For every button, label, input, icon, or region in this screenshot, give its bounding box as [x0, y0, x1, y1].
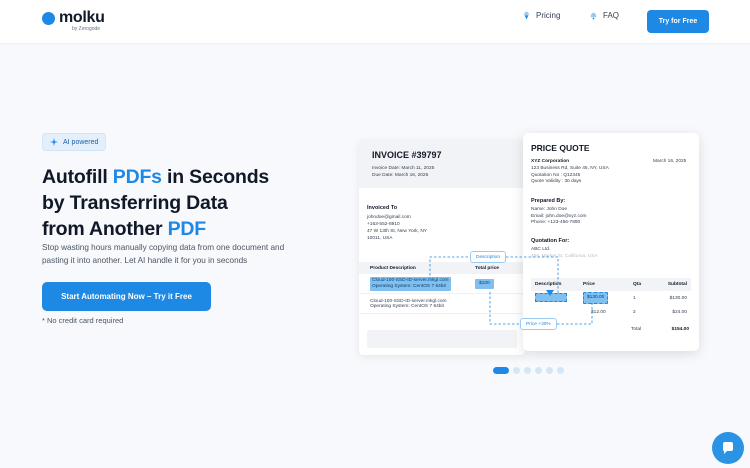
- carousel-dots: [493, 367, 568, 374]
- headline-highlight: PDF: [167, 218, 207, 240]
- try-for-free-button[interactable]: Try for Free: [647, 10, 709, 33]
- row-line: Operating System: CentOS 7 64bit: [372, 283, 446, 289]
- carousel-dot[interactable]: [535, 367, 542, 374]
- invoiced-to-email: johndoe@gmail.com: [367, 215, 411, 220]
- row-price: $12.00: [591, 309, 606, 315]
- chat-icon: [723, 442, 733, 454]
- brand-name: molku: [59, 9, 105, 26]
- invoiced-to-block: Invoiced To johndoe@gmail.com +163-552-8…: [367, 205, 427, 242]
- sparkle-icon: [50, 138, 58, 146]
- total-label: Total: [631, 327, 642, 332]
- logo-dot-icon: [42, 11, 55, 25]
- quote-validity: Quote Validity : 30 days: [531, 179, 582, 185]
- ai-powered-badge: AI powered: [42, 133, 107, 151]
- invoice-footer-bar: [367, 330, 517, 348]
- table-row: $130.00 1 $130.00: [531, 291, 691, 305]
- quote-date: March 16, 2025: [653, 159, 687, 164]
- row-description: [531, 292, 575, 304]
- prepared-name: Name: John Doe: [531, 206, 567, 212]
- quote-table-header: Description Price Qta Subtotal: [531, 278, 691, 291]
- top-navbar: molku by Zerogode Pricing FAQ Try for Fr…: [0, 0, 750, 44]
- carousel-dot[interactable]: [524, 367, 531, 374]
- row-total: $100: [475, 278, 515, 289]
- highlighted-total: $100: [475, 278, 494, 289]
- prepared-by-label: Prepared By:: [531, 198, 566, 204]
- invoice-title: INVOICE #39797: [372, 150, 442, 160]
- headline-highlight: PDFs: [112, 166, 162, 188]
- chat-widget-button[interactable]: [712, 432, 744, 464]
- quotation-for-address: 456, Market St, California, USA: [531, 253, 598, 259]
- table-row: Cloud-100-SSD-ID-server.mkgl.com Operati…: [359, 294, 525, 314]
- hero-subtext: Stop wasting hours manually copying data…: [42, 243, 285, 265]
- row-subtotal: $24.00: [672, 309, 687, 315]
- row-qty: 1: [633, 295, 636, 301]
- row-subtotal: $130.00: [669, 295, 687, 301]
- quotation-for-company: ABC Ltd.: [531, 246, 551, 252]
- prepared-by-block: Prepared By: Name: John Doe Email: john.…: [531, 198, 587, 227]
- invoice-due-date: Due Date: March 16, 2025: [372, 173, 429, 178]
- headline-part: Autofill: [42, 166, 113, 188]
- row-line: Operating System: CentOS 7 64bit: [370, 303, 444, 309]
- col-subtotal: Subtotal: [667, 282, 687, 287]
- ice-cream-icon: [524, 11, 529, 20]
- carousel-dot[interactable]: [557, 367, 564, 374]
- row-description: Cloud-100-SSD-ID-server.mkgl.com Operati…: [359, 299, 475, 309]
- carousel-dot-active[interactable]: [493, 367, 509, 374]
- bell-icon: [590, 12, 597, 20]
- quote-table: Description Price Qta Subtotal $130.00 1…: [531, 278, 691, 319]
- badge-label: AI powered: [63, 138, 99, 146]
- quote-company: XYZ Corporation: [531, 159, 570, 164]
- hero-headline: Autofill PDFs in Seconds by Transferring…: [42, 164, 342, 242]
- nav-pricing[interactable]: Pricing: [522, 11, 560, 20]
- invoiced-to-label: Invoiced To: [367, 205, 398, 211]
- start-automating-button[interactable]: Start Automating Now – Try it Free: [42, 282, 211, 311]
- invoice-table-header: Product Description Total price: [359, 262, 525, 274]
- highlighted-description: Cloud-100-SSD-ID-server.mkgl.com Operati…: [370, 276, 451, 291]
- col-total-price: Total price: [475, 265, 499, 271]
- headline-part: by Transferring Data: [42, 192, 228, 214]
- invoice-preview-card: INVOICE #39797 Invoice Date: March 11, 2…: [359, 140, 525, 355]
- quote-title: PRICE QUOTE: [531, 143, 590, 153]
- row-description: Cloud-100-SSD-ID-server.mkgl.com Operati…: [359, 276, 475, 291]
- price-increase-tag: Price +30%: [520, 318, 557, 330]
- brand-logo[interactable]: molku: [42, 9, 105, 27]
- invoiced-to-address: 47 W 13th St, New York, NY: [367, 229, 427, 234]
- col-description: Description: [535, 282, 562, 287]
- col-product-description: Product Description: [370, 265, 416, 271]
- brand-subtitle: by Zerogode: [72, 26, 101, 32]
- quotation-for-block: Quotation For: ABC Ltd. 456, Market St, …: [531, 238, 598, 260]
- carousel-dot[interactable]: [513, 367, 520, 374]
- invoiced-to-address: 10011, USA: [367, 236, 393, 241]
- table-row: $12.00 2 $24.00: [531, 305, 691, 319]
- quote-address: 123 Business Rd, Suite 45, NY, USA: [531, 165, 609, 171]
- table-row: Cloud-100-SSD-ID-server.mkgl.com Operati…: [359, 274, 525, 294]
- no-credit-card-note: * No credit card required: [42, 316, 124, 325]
- quotation-for-label: Quotation For:: [531, 238, 570, 244]
- total-value: $154.00: [671, 327, 689, 332]
- highlighted-price: $130.00: [583, 292, 609, 304]
- row-price: $130.00: [575, 292, 625, 304]
- description-tag: Description: [470, 251, 506, 263]
- invoiced-to-phone: +163-552-8910: [367, 222, 400, 227]
- row-line: Cloud-100-SSD-ID-server.mkgl.com: [372, 277, 449, 283]
- headline-part: in Seconds: [161, 166, 270, 188]
- invoice-header: INVOICE #39797 Invoice Date: March 11, 2…: [359, 140, 525, 188]
- quote-total: Total $154.00: [631, 327, 689, 332]
- nav-pricing-label: Pricing: [536, 11, 561, 20]
- invoice-date: Invoice Date: March 11, 2025: [372, 166, 435, 171]
- nav-faq-label: FAQ: [603, 11, 620, 20]
- headline-part: from Another: [42, 218, 168, 240]
- col-qty: Qta: [633, 282, 641, 287]
- carousel-dot[interactable]: [546, 367, 553, 374]
- col-price: Price: [583, 282, 595, 287]
- quote-company-block: XYZ Corporation 123 Business Rd, Suite 4…: [531, 159, 609, 186]
- row-qty: 2: [633, 309, 636, 315]
- prepared-phone: Phone: +123-456-7890: [531, 220, 581, 226]
- description-drop-target: [535, 292, 567, 302]
- invoice-table: Product Description Total price Cloud-10…: [359, 262, 525, 314]
- nav-faq[interactable]: FAQ: [589, 11, 619, 20]
